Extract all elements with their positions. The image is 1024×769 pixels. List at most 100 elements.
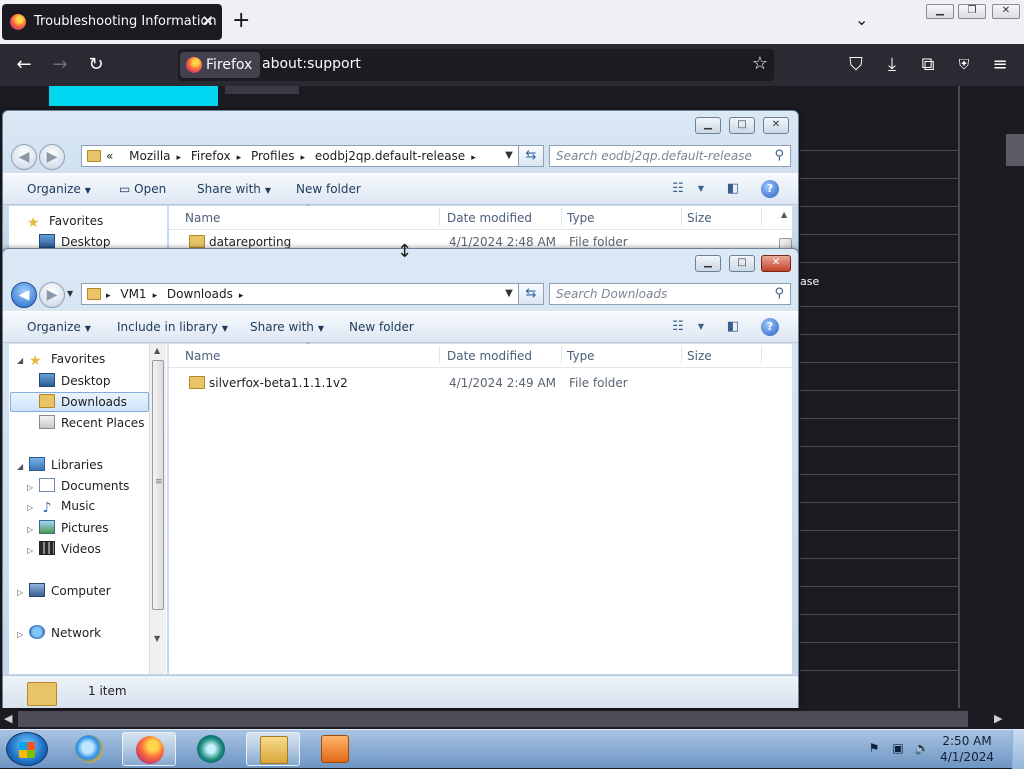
open-button[interactable]: ▭ Open xyxy=(119,182,166,196)
scroll-up-arrow-icon[interactable]: ▲ xyxy=(781,210,787,219)
explorer-window-downloads[interactable]: ▁ □ ✕ ↕ ◀ ▶ ▼ ▸ VM1 ▸ Downloads ▸ ▼ ⇆ Sear… xyxy=(2,241,799,708)
expand-triangle-icon[interactable]: ▷ xyxy=(17,588,29,597)
back-nav-button[interactable]: ◀ xyxy=(11,144,37,170)
column-divider[interactable] xyxy=(439,208,440,226)
minimize-button[interactable]: ▁ xyxy=(926,4,954,19)
nav-favorites[interactable]: ★ Favorites xyxy=(27,214,103,234)
table-row[interactable]: silverfox-beta1.1.1.1v2 4/1/2024 2:49 AM… xyxy=(169,373,769,395)
expand-triangle-icon[interactable]: ▷ xyxy=(27,483,39,492)
breadcrumb-overflow[interactable]: « xyxy=(106,149,113,163)
view-options-icon[interactable]: ☷ xyxy=(668,180,688,198)
pocket-icon[interactable]: ⛉ xyxy=(845,54,867,76)
nav-libraries[interactable]: ◢ Libraries xyxy=(17,457,103,477)
nav-documents[interactable]: ▷ Documents xyxy=(27,478,129,498)
expand-triangle-icon[interactable]: ▷ xyxy=(17,630,29,639)
view-dropdown-icon[interactable]: ▼ xyxy=(691,318,711,336)
column-divider[interactable] xyxy=(761,208,762,226)
forward-nav-button[interactable]: ▶ xyxy=(39,282,65,308)
extensions-icon[interactable]: ⧉ xyxy=(917,54,939,76)
scroll-down-arrow-icon[interactable]: ▼ xyxy=(154,634,160,643)
breadcrumb-downloads[interactable]: Downloads xyxy=(167,287,233,301)
column-date-modified[interactable]: Date modified xyxy=(447,211,532,225)
organize-button[interactable]: Organize ▼ xyxy=(27,182,91,196)
close-button[interactable]: ✕ xyxy=(763,117,789,134)
nav-computer[interactable]: ▷ Computer xyxy=(17,583,111,603)
column-divider[interactable] xyxy=(681,208,682,226)
show-desktop-button[interactable] xyxy=(1012,730,1024,769)
collapse-triangle-icon[interactable]: ◢ xyxy=(17,356,29,365)
nav-music[interactable]: ▷ ♪ Music xyxy=(27,499,95,519)
scroll-left-arrow-icon[interactable]: ◀ xyxy=(4,712,12,725)
start-button[interactable] xyxy=(6,732,48,766)
column-type[interactable]: Type xyxy=(567,349,595,363)
breadcrumb-mozilla[interactable]: Mozilla xyxy=(129,149,170,163)
scroll-right-arrow-icon[interactable]: ▶ xyxy=(994,712,1002,725)
maximize-button[interactable]: □ xyxy=(729,117,755,134)
taskbar-internet-explorer[interactable] xyxy=(62,732,116,766)
column-name[interactable]: Name xyxy=(185,211,220,225)
search-box[interactable]: Search Downloads ⚲ xyxy=(549,283,791,305)
volume-muted-icon[interactable]: 🔈 xyxy=(914,741,930,755)
nav-desktop[interactable]: Desktop xyxy=(39,373,111,393)
tray-clock[interactable]: 2:50 AM 4/1/2024 xyxy=(940,733,994,765)
column-divider[interactable] xyxy=(439,346,440,364)
breadcrumb-profiles[interactable]: Profiles xyxy=(251,149,295,163)
expand-triangle-icon[interactable]: ▷ xyxy=(27,503,39,512)
tab-close-icon[interactable]: ✕ xyxy=(201,12,214,30)
help-icon[interactable]: ? xyxy=(761,318,779,336)
network-tray-icon[interactable]: ▣ xyxy=(890,741,906,755)
minimize-button[interactable]: ▁ xyxy=(695,255,721,272)
preview-pane-icon[interactable]: ◧ xyxy=(723,180,743,198)
taskbar-media-player[interactable] xyxy=(308,732,362,766)
bookmark-star-icon[interactable]: ☆ xyxy=(752,53,768,74)
nav-scrollbar-thumb[interactable]: ≡ xyxy=(152,360,164,610)
column-divider[interactable] xyxy=(761,346,762,364)
nav-pictures[interactable]: ▷ Pictures xyxy=(27,520,109,540)
organize-button[interactable]: Organize ▼ xyxy=(27,320,91,334)
maximize-button[interactable]: □ xyxy=(729,255,755,272)
page-scrollbar-thumb[interactable] xyxy=(1006,134,1024,166)
view-options-icon[interactable]: ☷ xyxy=(668,318,688,336)
nav-videos[interactable]: ▷ Videos xyxy=(27,541,101,561)
back-arrow-icon[interactable]: ← xyxy=(13,54,35,76)
action-center-flag-icon[interactable]: ⚑ xyxy=(866,741,882,755)
minimize-button[interactable]: ▁ xyxy=(695,117,721,134)
help-icon[interactable]: ? xyxy=(761,180,779,198)
forward-arrow-icon[interactable]: → xyxy=(49,54,71,76)
taskbar-firefox[interactable] xyxy=(122,732,176,766)
new-folder-button[interactable]: New folder xyxy=(296,182,361,196)
address-bar[interactable]: ▸ VM1 ▸ Downloads ▸ xyxy=(81,283,519,305)
collapse-triangle-icon[interactable]: ◢ xyxy=(17,462,29,471)
nav-favorites[interactable]: ◢ ★ Favorites xyxy=(17,352,105,372)
expand-triangle-icon[interactable]: ▷ xyxy=(27,546,39,555)
preview-pane-icon[interactable]: ◧ xyxy=(723,318,743,336)
column-divider[interactable] xyxy=(561,208,562,226)
nav-network[interactable]: ▷ Network xyxy=(17,625,101,645)
page-horizontal-scroll-thumb[interactable] xyxy=(18,711,968,727)
forward-nav-button[interactable]: ▶ xyxy=(39,144,65,170)
url-text[interactable]: about:support xyxy=(262,56,361,72)
refresh-button[interactable]: ⇆ xyxy=(518,283,544,305)
column-date-modified[interactable]: Date modified xyxy=(447,349,532,363)
column-divider[interactable] xyxy=(561,346,562,364)
new-tab-button[interactable]: + xyxy=(232,9,250,33)
taskbar-explorer[interactable] xyxy=(246,732,300,766)
search-box[interactable]: Search eodbj2qp.default-release ⚲ xyxy=(549,145,791,167)
menu-hamburger-icon[interactable]: ≡ xyxy=(989,54,1011,76)
column-divider[interactable] xyxy=(681,346,682,364)
address-bar[interactable]: « Mozilla ▸ Firefox ▸ Profiles ▸ eodbj2qp.d… xyxy=(81,145,519,167)
tab-troubleshooting-information[interactable]: Troubleshooting Information ✕ xyxy=(2,4,222,40)
downloads-icon[interactable]: ⤓ xyxy=(881,54,903,76)
address-dropdown-icon[interactable]: ▼ xyxy=(500,283,518,305)
view-dropdown-icon[interactable]: ▼ xyxy=(691,180,711,198)
address-dropdown-icon[interactable]: ▼ xyxy=(500,145,518,167)
ublock-shield-icon[interactable]: ⛨ xyxy=(953,54,975,76)
nav-scrollbar[interactable]: ▲ ≡ ▼ xyxy=(149,344,166,674)
include-in-library-button[interactable]: Include in library ▼ xyxy=(117,320,228,334)
expand-triangle-icon[interactable]: ▷ xyxy=(27,525,39,534)
breadcrumb-profile-folder[interactable]: eodbj2qp.default-release xyxy=(315,149,465,163)
back-nav-button[interactable]: ◀ xyxy=(11,282,37,308)
breadcrumb-vm1[interactable]: VM1 xyxy=(120,287,146,301)
explorer-window-profiles[interactable]: ▁ □ ✕ ◀ ▶ « Mozilla ▸ Firefox ▸ Profiles ▸ … xyxy=(2,110,799,260)
url-bar[interactable]: Firefox about:support ☆ xyxy=(178,49,774,81)
